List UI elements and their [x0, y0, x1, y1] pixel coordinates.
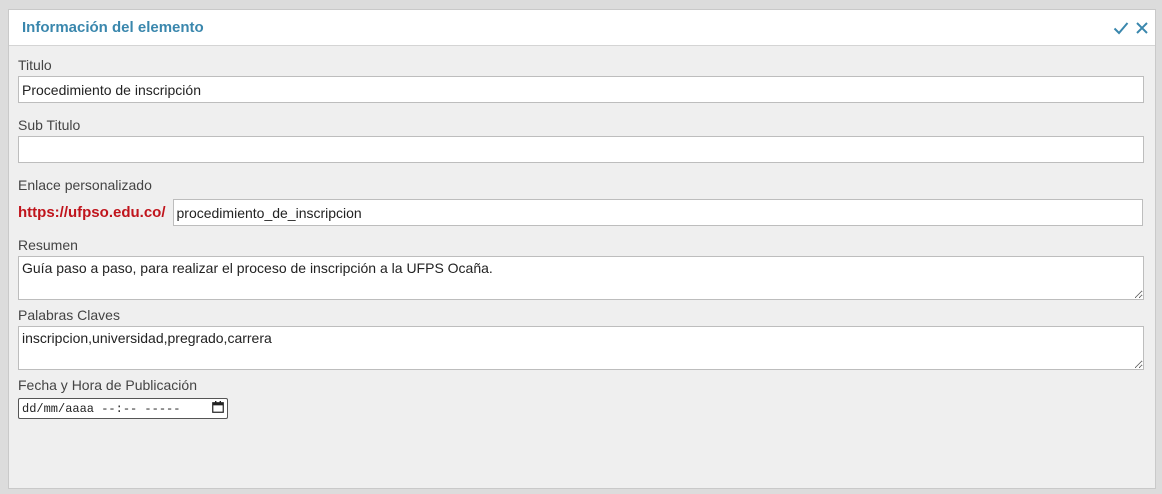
- panel-header: Información del elemento: [9, 10, 1155, 46]
- form-body: Titulo Sub Titulo Enlace personalizado h…: [9, 46, 1155, 419]
- subtitulo-label: Sub Titulo: [18, 117, 81, 133]
- resumen-textarea[interactable]: Guía paso a paso, para realizar el proce…: [18, 256, 1144, 300]
- titulo-input[interactable]: [18, 76, 1144, 103]
- subtitulo-input[interactable]: [18, 136, 1144, 163]
- enlace-input[interactable]: [172, 199, 1143, 226]
- panel-title: Información del elemento: [22, 19, 204, 36]
- enlace-label: Enlace personalizado: [18, 177, 152, 193]
- header-actions: [1113, 21, 1149, 35]
- fecha-input[interactable]: dd/mm/aaaa --:-- -----: [18, 398, 228, 419]
- element-info-panel: Información del elemento Titulo Sub Titu…: [8, 9, 1156, 489]
- fecha-label: Fecha y Hora de Publicación: [18, 377, 197, 393]
- palabras-label: Palabras Claves: [18, 307, 120, 323]
- close-icon[interactable]: [1135, 21, 1149, 35]
- palabras-textarea[interactable]: inscripcion,universidad,pregrado,carrera: [18, 326, 1144, 370]
- titulo-label: Titulo: [18, 57, 52, 73]
- checkmark-icon[interactable]: [1113, 21, 1129, 35]
- enlace-row: https://ufpso.edu.co/: [18, 199, 1143, 226]
- enlace-prefix: https://ufpso.edu.co/: [18, 204, 166, 221]
- resumen-label: Resumen: [18, 237, 78, 253]
- fecha-placeholder: dd/mm/aaaa --:-- -----: [22, 401, 181, 416]
- calendar-icon[interactable]: [212, 400, 224, 417]
